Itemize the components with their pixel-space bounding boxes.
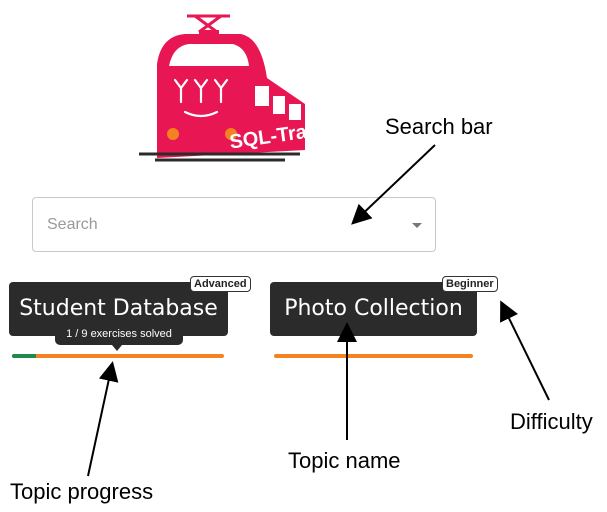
annotation-topic-progress: Topic progress bbox=[10, 479, 154, 504]
annotation-difficulty: Difficulty bbox=[510, 409, 593, 434]
annotation-topic-name: Topic name bbox=[288, 448, 401, 473]
annotation-search-bar: Search bar bbox=[385, 114, 493, 139]
topic-progress-arrow bbox=[87, 361, 119, 477]
annotation-arrows bbox=[87, 144, 550, 477]
difficulty-arrow bbox=[500, 300, 550, 401]
search-bar-arrow bbox=[351, 144, 436, 225]
